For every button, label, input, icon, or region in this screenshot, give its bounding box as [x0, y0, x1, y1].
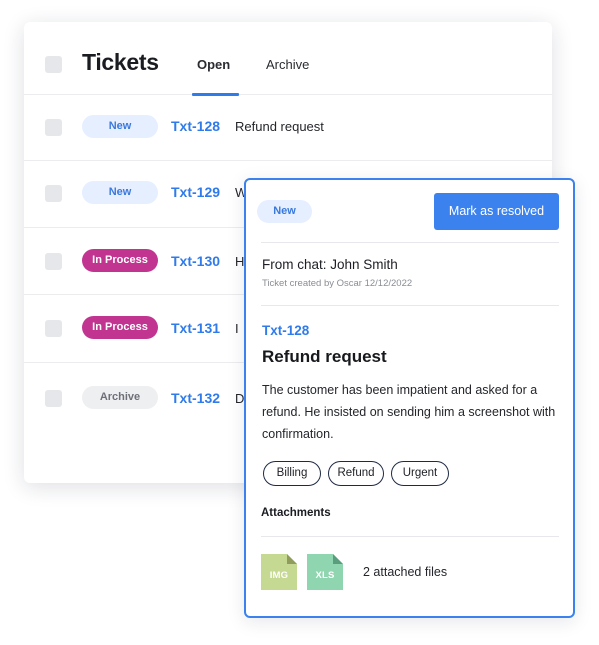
file-type-label: XLS [315, 570, 335, 581]
ticket-created-meta: Ticket created by Oscar 12/12/2022 [262, 278, 413, 289]
detail-status-badge: New [257, 200, 312, 223]
tag-billing[interactable]: Billing [263, 461, 321, 486]
ticket-id-link[interactable]: Txt-130 [171, 253, 220, 269]
status-badge: Archive [82, 386, 158, 409]
row-checkbox[interactable] [45, 119, 62, 136]
status-badge: In Process [82, 249, 158, 272]
attachments-heading: Attachments [261, 507, 331, 519]
tab-open[interactable]: Open [197, 57, 230, 72]
page-title: Tickets [82, 49, 159, 75]
tab-archive[interactable]: Archive [266, 57, 309, 72]
ticket-subject: D [235, 391, 245, 406]
divider [261, 305, 559, 306]
chat-source: From chat: John Smith [262, 257, 398, 272]
ticket-id-link[interactable]: Txt-131 [171, 320, 220, 336]
img-file-icon[interactable]: IMG [261, 554, 297, 590]
detail-ticket-subject: Refund request [262, 347, 387, 366]
status-badge: In Process [82, 316, 158, 339]
row-checkbox[interactable] [45, 320, 62, 337]
ticket-description: The customer has been impatient and aske… [262, 383, 556, 441]
ticket-subject: H [235, 254, 245, 269]
status-badge: New [82, 115, 158, 138]
row-checkbox[interactable] [45, 253, 62, 270]
ticket-subject: Refund request [235, 119, 324, 134]
row-checkbox[interactable] [45, 185, 62, 202]
tag-refund[interactable]: Refund [328, 461, 384, 486]
divider [261, 242, 559, 243]
tag-urgent[interactable]: Urgent [391, 461, 449, 486]
ticket-id-link[interactable]: Txt-132 [171, 390, 220, 406]
ticket-detail-panel: New Mark as resolved From chat: John Smi… [244, 178, 575, 618]
table-row[interactable]: New Txt-128 Refund request [24, 95, 552, 161]
attachments-count: 2 attached files [363, 565, 448, 579]
mark-as-resolved-button[interactable]: Mark as resolved [434, 193, 559, 230]
ticket-subject: I [235, 321, 239, 336]
list-header: Tickets Open Archive [24, 22, 552, 96]
ticket-id-link[interactable]: Txt-128 [171, 118, 220, 134]
row-checkbox[interactable] [45, 390, 62, 407]
status-badge: New [82, 181, 158, 204]
detail-ticket-id: Txt-128 [262, 323, 310, 338]
select-all-checkbox[interactable] [45, 56, 62, 73]
ticket-id-link[interactable]: Txt-129 [171, 184, 220, 200]
divider [261, 536, 559, 537]
xls-file-icon[interactable]: XLS [307, 554, 343, 590]
file-type-label: IMG [269, 570, 289, 581]
